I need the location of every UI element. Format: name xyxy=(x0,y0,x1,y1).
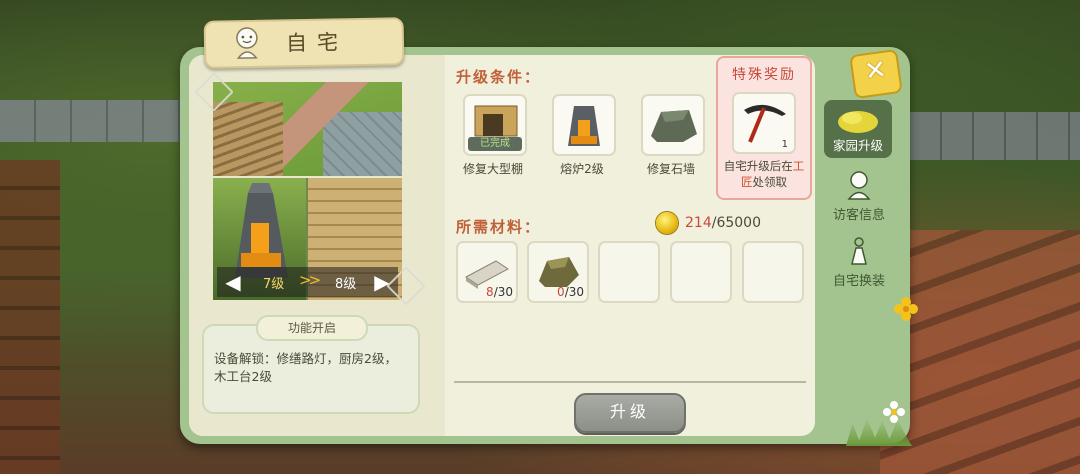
upgrade-button[interactable]: 升级 xyxy=(574,393,686,433)
condition-label: 修复大型棚 xyxy=(462,162,523,176)
materials-title: 所需材料： xyxy=(456,218,542,236)
tab-visitor-info[interactable]: 访客信息 xyxy=(824,170,894,223)
tab-label: 家园升级 xyxy=(832,138,883,153)
daisy-icon xyxy=(883,401,905,423)
material-slot-stone-slab[interactable]: 8/30 xyxy=(456,241,518,303)
coin-requirement: 214/65000 xyxy=(685,215,761,231)
stone-wall-icon xyxy=(651,110,697,142)
fields-icon xyxy=(838,111,878,133)
reward-item-card[interactable]: 1 xyxy=(732,92,796,154)
material-slot-empty xyxy=(742,241,804,303)
background-stone-wall-right xyxy=(910,112,1080,160)
special-reward-box: 特殊奖励 1 自宅升级后在工匠处领取 xyxy=(716,56,812,200)
condition-card-furnace[interactable] xyxy=(552,94,616,156)
material-slot-empty xyxy=(598,241,660,303)
tab-label: 自宅换装 xyxy=(832,274,885,289)
next-level: 8级 xyxy=(335,277,357,292)
level-switcher: ◀ 7级 >> 8级 ▶ xyxy=(217,267,398,297)
unlock-label: 功能开启 xyxy=(256,315,368,341)
background-brick-path xyxy=(880,230,1080,474)
material-slot-empty xyxy=(670,241,732,303)
reward-title: 特殊奖励 xyxy=(732,67,796,83)
flower-icon xyxy=(894,297,918,321)
reward-count: 1 xyxy=(781,139,788,150)
material-slot-ore[interactable]: 0/30 xyxy=(527,241,589,303)
background-stone-wall-left xyxy=(0,100,180,142)
furnace-icon xyxy=(568,106,600,146)
completed-badge: 已完成 xyxy=(468,137,522,151)
conditions-title: 升级条件： xyxy=(456,68,542,86)
close-button[interactable]: ✕ xyxy=(849,48,903,100)
avatar-icon xyxy=(236,27,258,59)
material-count: 0/30 xyxy=(557,285,584,299)
current-level: 7级 xyxy=(263,277,285,292)
close-icon: ✕ xyxy=(862,54,889,88)
material-count: 8/30 xyxy=(486,285,513,299)
background-wood-deck xyxy=(0,160,60,474)
visitor-icon xyxy=(847,171,871,200)
tab-label: 访客信息 xyxy=(832,208,885,223)
condition-label: 修复石墙 xyxy=(646,162,695,176)
feature-unlock-box: 功能开启 设备解锁：修缮路灯，厨房2级，木工台2级 xyxy=(202,315,420,414)
reward-description: 自宅升级后在工匠处领取 xyxy=(723,159,805,189)
unlock-text: 设备解锁：修缮路灯，厨房2级，木工台2级 xyxy=(214,351,397,384)
dress-up-icon xyxy=(851,237,867,265)
coin-icon xyxy=(656,212,678,234)
condition-card-wall[interactable] xyxy=(641,94,705,156)
condition-label: 熔炉2级 xyxy=(560,162,604,176)
condition-card-shed[interactable]: 已完成 xyxy=(463,94,527,156)
divider xyxy=(454,381,806,383)
tab-home-upgrade[interactable]: 家园升级 xyxy=(824,100,892,158)
page-title: 自宅 xyxy=(285,30,349,56)
tab-dress-up[interactable]: 自宅换装 xyxy=(824,236,894,289)
preview-image-path xyxy=(213,82,402,176)
title-banner: 自宅 xyxy=(203,17,405,69)
prev-level-button[interactable]: ◀ xyxy=(219,267,247,297)
preview-stairs xyxy=(213,102,283,176)
level-arrow-icon: >> xyxy=(299,271,321,289)
